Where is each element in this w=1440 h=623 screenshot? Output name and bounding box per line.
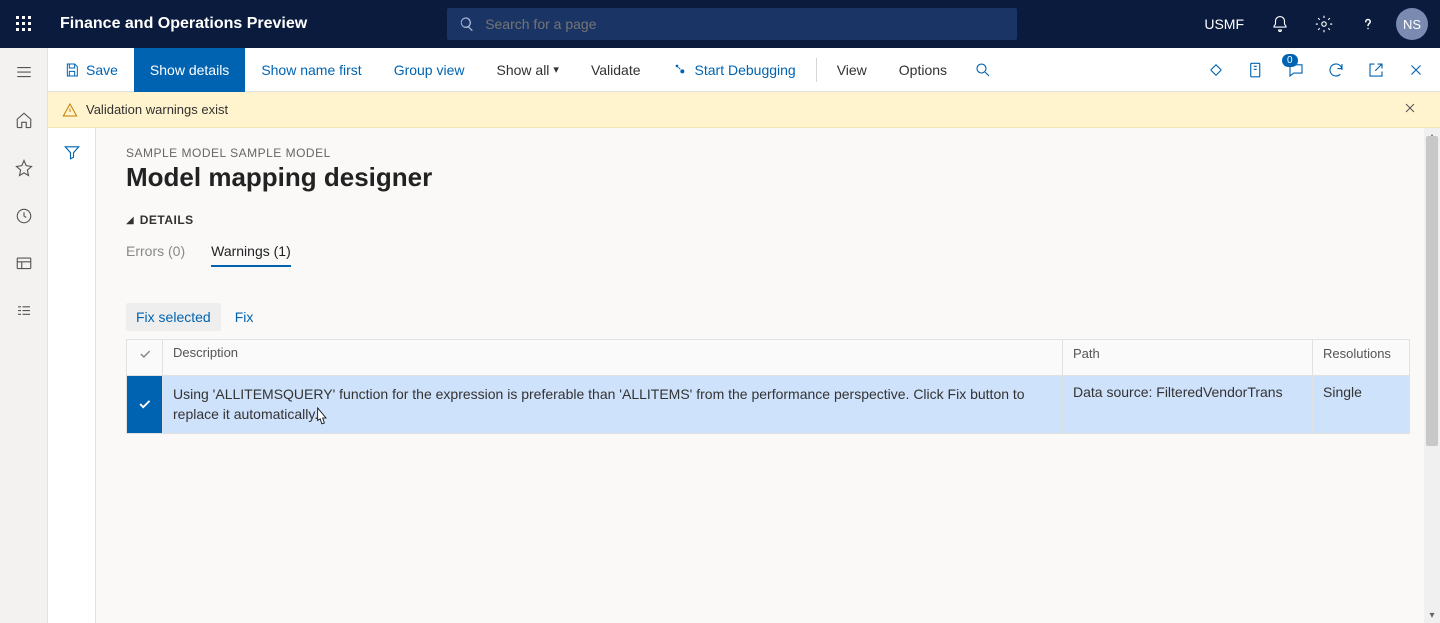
tab-errors[interactable]: Errors (0): [126, 243, 185, 267]
settings-icon[interactable]: [1302, 0, 1346, 48]
row-path: Data source: FilteredVendorTrans: [1063, 376, 1313, 433]
header-right: USMF NS: [1190, 0, 1440, 48]
show-all-label: Show all: [497, 62, 550, 78]
tool-strip: [48, 128, 96, 623]
message-badge: 0: [1282, 54, 1298, 67]
breadcrumb: SAMPLE MODEL SAMPLE MODEL: [126, 146, 1410, 160]
top-header: Finance and Operations Preview USMF NS: [0, 0, 1440, 48]
validate-button[interactable]: Validate: [575, 48, 657, 92]
find-icon[interactable]: [963, 48, 1003, 92]
banner-close-button[interactable]: [1402, 100, 1426, 119]
col-resolutions[interactable]: Resolutions: [1313, 340, 1409, 375]
messages-icon[interactable]: 0: [1276, 48, 1316, 92]
workspaces-icon[interactable]: [0, 240, 48, 288]
help-icon[interactable]: [1346, 0, 1390, 48]
fix-selected-button[interactable]: Fix selected: [126, 303, 221, 331]
save-button[interactable]: Save: [48, 48, 134, 92]
debug-icon: [673, 62, 689, 78]
scroll-down-icon[interactable]: ▾: [1424, 607, 1440, 623]
start-debugging-button[interactable]: Start Debugging: [657, 48, 812, 92]
filter-icon[interactable]: [48, 128, 96, 176]
action-bar: Save Show details Show name first Group …: [48, 48, 1440, 92]
attachments-icon[interactable]: [1236, 48, 1276, 92]
recent-icon[interactable]: [0, 192, 48, 240]
search-icon: [459, 16, 475, 32]
refresh-icon[interactable]: [1316, 48, 1356, 92]
fix-buttons-row: Fix selected Fix: [126, 303, 1410, 331]
validation-warning-banner: Validation warnings exist: [48, 92, 1440, 128]
scroll-thumb[interactable]: [1426, 136, 1438, 446]
search-input[interactable]: [485, 16, 1005, 32]
favorites-icon[interactable]: [0, 144, 48, 192]
collapse-triangle-icon: ◢: [126, 215, 134, 226]
notifications-icon[interactable]: [1258, 0, 1302, 48]
home-icon[interactable]: [0, 96, 48, 144]
view-button[interactable]: View: [821, 48, 883, 92]
grid-row[interactable]: Using 'ALLITEMSQUERY' function for the e…: [127, 376, 1409, 433]
select-all-checkbox[interactable]: [127, 340, 163, 375]
warning-icon: [62, 102, 78, 118]
warning-text: Validation warnings exist: [86, 102, 228, 117]
app-title: Finance and Operations Preview: [48, 15, 307, 33]
start-debugging-label: Start Debugging: [695, 62, 796, 78]
show-all-dropdown[interactable]: Show all ▾: [481, 48, 575, 92]
row-checkbox[interactable]: [127, 376, 163, 433]
fix-button[interactable]: Fix: [225, 303, 264, 331]
details-toggle[interactable]: ◢ DETAILS: [126, 213, 1410, 227]
company-code[interactable]: USMF: [1190, 16, 1258, 32]
link-icon[interactable]: [1196, 48, 1236, 92]
waffle-icon[interactable]: [0, 0, 48, 48]
user-avatar[interactable]: NS: [1396, 8, 1428, 40]
separator: [816, 58, 817, 82]
page-title: Model mapping designer: [126, 162, 1410, 193]
chevron-down-icon: ▾: [553, 63, 559, 76]
tab-warnings[interactable]: Warnings (1): [211, 243, 291, 267]
group-view-button[interactable]: Group view: [378, 48, 481, 92]
details-label: DETAILS: [140, 213, 194, 227]
col-path[interactable]: Path: [1063, 340, 1313, 375]
search-box[interactable]: [447, 8, 1017, 40]
close-page-icon[interactable]: [1396, 48, 1436, 92]
details-tabs: Errors (0) Warnings (1): [126, 243, 1410, 267]
show-name-first-button[interactable]: Show name first: [245, 48, 377, 92]
col-description[interactable]: Description: [163, 340, 1063, 375]
hamburger-icon[interactable]: [0, 48, 48, 96]
row-description: Using 'ALLITEMSQUERY' function for the e…: [163, 376, 1063, 433]
save-label: Save: [86, 62, 118, 78]
warnings-grid: Description Path Resolutions Using 'ALLI…: [126, 339, 1410, 434]
modules-icon[interactable]: [0, 288, 48, 336]
grid-header-row: Description Path Resolutions: [127, 340, 1409, 376]
popout-icon[interactable]: [1356, 48, 1396, 92]
left-nav-rail: [0, 48, 48, 623]
options-button[interactable]: Options: [883, 48, 963, 92]
scrollbar[interactable]: ▴ ▾: [1424, 128, 1440, 623]
page-main: SAMPLE MODEL SAMPLE MODEL Model mapping …: [96, 128, 1440, 623]
show-details-button[interactable]: Show details: [134, 48, 245, 92]
row-resolutions: Single: [1313, 376, 1409, 433]
